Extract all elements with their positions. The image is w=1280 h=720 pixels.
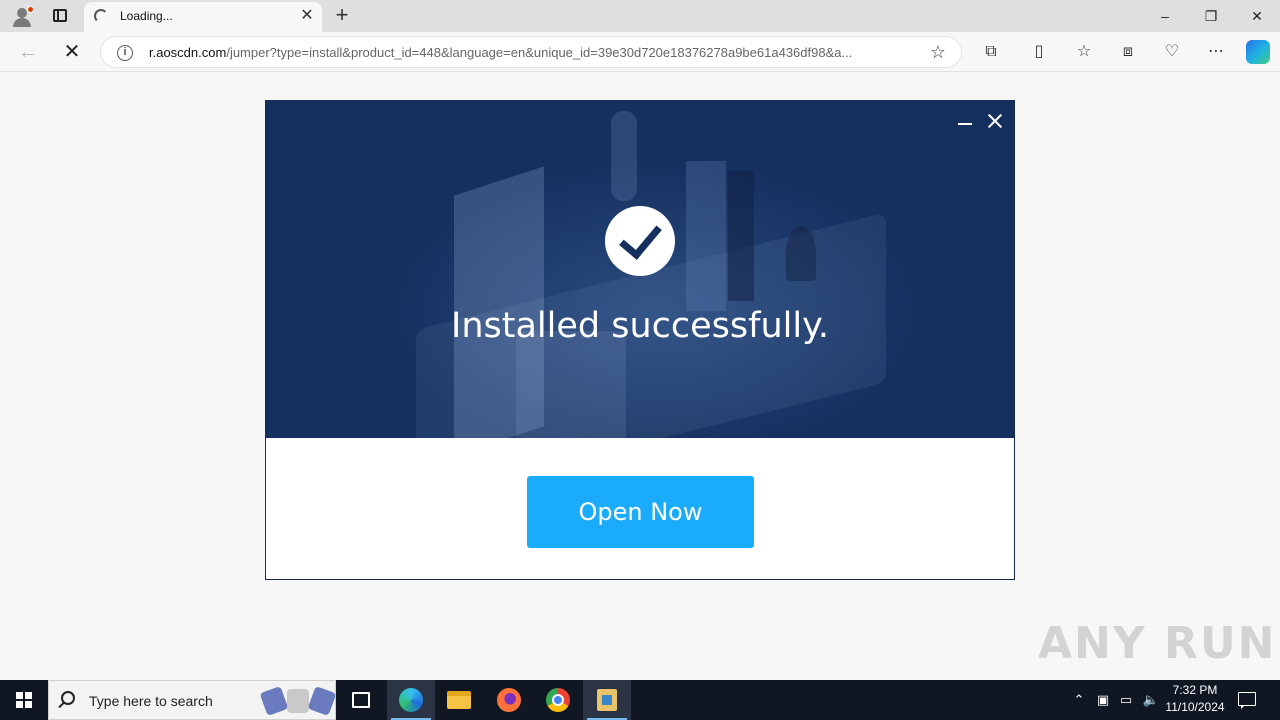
illustration-tower-dark xyxy=(728,171,754,301)
taskbar-search-box[interactable]: Type here to search xyxy=(48,680,337,720)
tab-title: Loading... xyxy=(120,9,173,23)
split-screen-icon[interactable]: ▯ xyxy=(1027,40,1051,64)
page-viewport: Installed successfully. Open Now ANY RUN xyxy=(4,72,1276,676)
url-host: r.aoscdn.com xyxy=(149,45,227,60)
install-dialog: Installed successfully. Open Now xyxy=(265,100,1015,580)
favorites-icon[interactable]: ☆ xyxy=(1072,40,1096,64)
meet-now-icon[interactable]: ▣ xyxy=(1092,680,1114,720)
loading-spinner-icon xyxy=(94,9,108,23)
dialog-close-icon[interactable] xyxy=(982,109,1008,135)
show-hidden-icons-chevron-icon[interactable]: ⌃ xyxy=(1068,680,1090,720)
taskbar-clock[interactable]: 7:32 PM 11/10/2024 xyxy=(1160,682,1230,718)
restore-window-button[interactable]: ❐ xyxy=(1188,0,1234,32)
address-bar[interactable]: i r.aoscdn.com/jumper?type=install&produ… xyxy=(100,36,962,68)
windows-logo-icon xyxy=(16,692,32,708)
back-arrow-icon[interactable]: ← xyxy=(14,38,42,66)
browser-toolbar: ← ✕ i r.aoscdn.com/jumper?type=install&p… xyxy=(0,32,1280,72)
installer-app-icon xyxy=(597,689,617,711)
network-icon[interactable]: ▭ xyxy=(1115,680,1137,720)
checkmark-icon xyxy=(605,206,675,276)
clock-date: 11/10/2024 xyxy=(1165,700,1225,714)
illustration-plant xyxy=(786,226,816,281)
dialog-minimize-icon[interactable] xyxy=(956,109,976,135)
browser-essentials-icon[interactable]: ♡ xyxy=(1160,40,1184,64)
watermark-text: ANY RUN xyxy=(1038,618,1277,669)
tab-actions-icon[interactable] xyxy=(48,4,72,28)
minimize-window-button[interactable]: – xyxy=(1142,0,1188,32)
url-path: /jumper?type=install&product_id=448&lang… xyxy=(226,45,853,60)
firefox-icon xyxy=(497,688,521,712)
start-button[interactable] xyxy=(0,680,48,720)
taskbar-firefox[interactable] xyxy=(485,680,533,720)
task-view-icon xyxy=(352,692,370,708)
taskbar-installer-app[interactable] xyxy=(583,680,631,720)
open-now-button[interactable]: Open Now xyxy=(527,476,754,548)
taskbar-file-explorer[interactable] xyxy=(435,680,483,720)
notification-center-icon[interactable] xyxy=(1236,690,1258,710)
search-placeholder: Type here to search xyxy=(89,693,213,709)
favorite-star-icon[interactable]: ☆ xyxy=(927,41,949,63)
taskbar-chrome[interactable] xyxy=(534,680,582,720)
dialog-footer: Open Now xyxy=(266,438,1014,579)
task-view-button[interactable] xyxy=(336,680,384,720)
tab-close-icon[interactable]: ✕ xyxy=(298,7,316,25)
close-window-button[interactable]: ✕ xyxy=(1234,0,1280,32)
url-text[interactable]: r.aoscdn.com/jumper?type=install&product… xyxy=(149,45,919,60)
chrome-icon xyxy=(546,688,570,712)
hero-banner: Installed successfully. xyxy=(266,101,1014,438)
success-message: Installed successfully. xyxy=(451,306,829,346)
anyrun-watermark-logo: ANY RUN xyxy=(1038,612,1275,672)
more-icon[interactable]: ⋯ xyxy=(1204,40,1228,64)
new-tab-button[interactable]: + xyxy=(330,3,354,27)
profile-icon[interactable] xyxy=(8,4,36,28)
volume-icon[interactable]: 🔈 xyxy=(1140,680,1162,720)
taskbar-edge[interactable] xyxy=(387,680,435,720)
taskbar: Type here to search ⌃ ▣ ▭ 🔈 7:32 PM 11/1… xyxy=(0,680,1280,720)
browser-tab[interactable]: Loading... ✕ xyxy=(84,2,322,32)
clock-time: 7:32 PM xyxy=(1172,683,1218,697)
collections-icon[interactable]: ⧈ xyxy=(1116,40,1140,64)
illustration-tower xyxy=(686,161,726,311)
illustration-person xyxy=(611,111,637,201)
search-highlight-image xyxy=(259,685,337,717)
site-info-icon[interactable]: i xyxy=(117,45,133,61)
illustration-building-low xyxy=(516,331,626,438)
tab-strip: Loading... ✕ + – ❐ ✕ xyxy=(0,0,1280,32)
stop-loading-icon[interactable]: ✕ xyxy=(58,38,86,66)
copilot-icon[interactable] xyxy=(1246,40,1270,64)
folder-icon xyxy=(447,691,471,709)
search-icon xyxy=(61,691,75,705)
extensions-icon[interactable]: ⧉ xyxy=(979,40,1003,64)
edge-icon xyxy=(399,688,423,712)
